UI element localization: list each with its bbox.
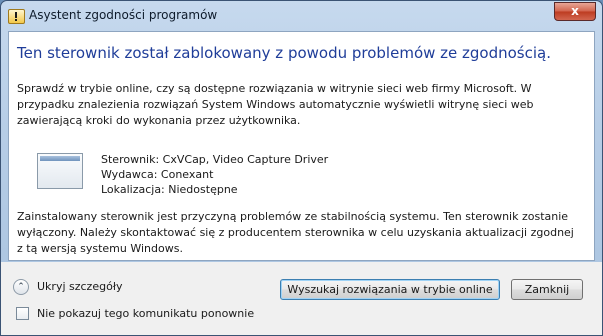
warning-icon bbox=[8, 9, 25, 24]
hide-details-toggle[interactable]: ⌃ bbox=[13, 279, 29, 295]
close-button[interactable]: Zamknij bbox=[511, 279, 583, 300]
driver-window-icon bbox=[37, 153, 83, 189]
main-heading: Ten sterownik został zablokowany z powod… bbox=[17, 44, 551, 62]
dont-show-again-checkbox[interactable] bbox=[16, 307, 29, 320]
compatibility-assistant-window: Asystent zgodności programów x Ten stero… bbox=[0, 0, 603, 336]
explanation-text: Zainstalowany sterownik jest przyczyną p… bbox=[17, 210, 574, 255]
window-title: Asystent zgodności programów bbox=[29, 8, 218, 22]
window-close-button[interactable]: x bbox=[554, 2, 596, 21]
driver-publisher: Wydawca: Conexant bbox=[101, 168, 214, 181]
driver-location: Lokalizacja: Niedostępne bbox=[101, 183, 238, 196]
message-panel: Ten sterownik został zablokowany z powod… bbox=[8, 31, 595, 261]
driver-name: Sterownik: CxVCap, Video Capture Driver bbox=[101, 153, 329, 166]
driver-details: Sterownik: CxVCap, Video Capture Driver … bbox=[101, 152, 328, 197]
chevron-up-icon: ⌃ bbox=[17, 282, 25, 292]
search-online-button[interactable]: Wyszukaj rozwiązania w trybie online bbox=[280, 279, 500, 300]
title-bar[interactable]: Asystent zgodności programów x bbox=[1, 1, 602, 31]
close-icon: x bbox=[571, 4, 579, 18]
hide-details-label[interactable]: Ukryj szczegóły bbox=[37, 280, 122, 293]
footer-bar: ⌃ Ukryj szczegóły Nie pokazuj tego komun… bbox=[1, 262, 602, 335]
dont-show-again-label[interactable]: Nie pokazuj tego komunikatu ponownie bbox=[37, 307, 254, 320]
description-text: Sprawdź w trybie online, czy są dostępne… bbox=[17, 82, 534, 127]
